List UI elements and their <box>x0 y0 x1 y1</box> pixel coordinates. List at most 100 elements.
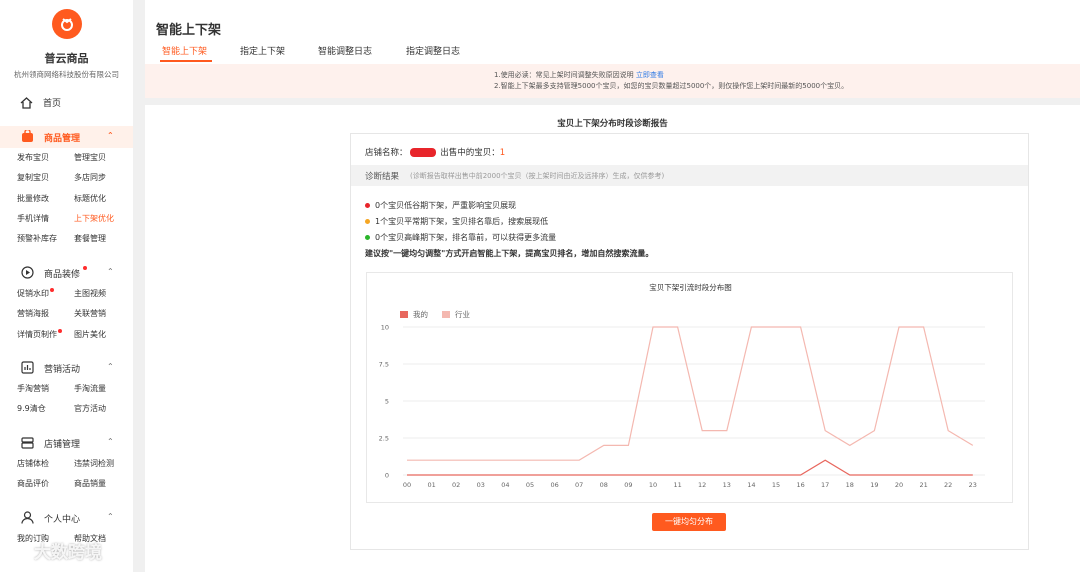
brand-logo <box>52 9 82 39</box>
brand-name: 普云商品 <box>44 52 89 65</box>
shop-name-label: 店铺名称： <box>365 148 408 158</box>
sidebar: 普云商品 杭州领商网络科技股份有限公司 首页 商品管理 ⌃ 发布宝贝 管理宝贝 复制宝贝… <box>0 0 133 572</box>
nav-group-header-marketing-activity[interactable]: 营销活动 ⌃ <box>0 357 133 379</box>
sidebar-item[interactable]: 复制宝贝 <box>17 168 74 188</box>
sidebar-item[interactable]: 标题优化 <box>74 189 133 209</box>
sidebar-item[interactable]: 上下架优化 <box>74 209 133 229</box>
result-low: 0个宝贝低谷期下架，严重影响宝贝展现 <box>365 200 516 211</box>
chevron-up-icon[interactable]: ⌃ <box>107 362 114 371</box>
x-tick-label: 08 <box>600 481 608 489</box>
sidebar-item[interactable]: 套餐管理 <box>74 229 133 249</box>
sidebar-item[interactable]: 手淘营销 <box>17 379 74 399</box>
x-tick-label: 04 <box>501 481 509 489</box>
nav-group-header-product-decoration[interactable]: 商品装修 ⌃ <box>0 262 133 284</box>
sidebar-item[interactable]: 9.9清仓 <box>17 399 74 419</box>
sidebar-item[interactable]: 官方活动 <box>74 399 133 419</box>
x-tick-label: 20 <box>895 481 903 489</box>
orange-dot-icon <box>365 219 370 224</box>
x-tick-label: 09 <box>624 481 632 489</box>
sidebar-item[interactable]: 多店同步 <box>74 168 133 188</box>
even-distribute-button[interactable]: 一键均匀分布 <box>652 513 726 531</box>
nav-group-label: 营销活动 <box>44 365 81 375</box>
home-icon <box>20 96 33 109</box>
sidebar-item[interactable]: 发布宝贝 <box>17 148 74 168</box>
notice-line-2: 2.智能上下架最多支持管理5000个宝贝，如您的宝贝数量超过5000个，则仅操作… <box>494 82 849 90</box>
chevron-up-icon[interactable]: ⌃ <box>107 512 114 521</box>
sidebar-item[interactable]: 图片美化 <box>74 325 133 345</box>
sidebar-item[interactable]: 手机详情 <box>17 209 74 229</box>
x-tick-label: 03 <box>477 481 485 489</box>
main: 智能上下架 智能上下架 指定上下架 智能调整日志 指定调整日志 1.使用必读：常… <box>145 0 1080 572</box>
y-tick-label: 5 <box>385 398 389 406</box>
x-tick-label: 23 <box>969 481 977 489</box>
x-tick-label: 14 <box>747 481 755 489</box>
sidebar-item[interactable]: 商品评价 <box>17 474 74 494</box>
nav-group-header-personal-center[interactable]: 个人中心 ⌃ <box>0 507 133 529</box>
new-badge-dot <box>50 288 54 292</box>
notice-banner: 1.使用必读：常见上架时间调整失败原因说明 立即查看 2.智能上下架最多支持管理… <box>145 64 1080 98</box>
header: 智能上下架 智能上下架 指定上下架 智能调整日志 指定调整日志 <box>145 0 1080 64</box>
sidebar-item[interactable]: 关联营销 <box>74 304 133 324</box>
tab-specified-listing[interactable]: 指定上下架 <box>240 44 285 57</box>
series-line-mine <box>407 459 973 476</box>
series-line-industry <box>407 326 974 461</box>
chevron-up-icon[interactable]: ⌃ <box>107 267 114 276</box>
on-sale-label: 出售中的宝贝： <box>440 148 500 158</box>
x-tick-label: 22 <box>944 481 952 489</box>
nav-group-marketing-activity: 营销活动 ⌃ 手淘营销 手淘流量 9.9清仓 官方活动 <box>0 357 133 420</box>
nav-group-items: 店铺体检 违禁词检测 商品评价 商品销量 <box>0 454 133 495</box>
watermark: 大数跨境 <box>8 538 102 563</box>
x-tick-label: 12 <box>698 481 706 489</box>
y-tick-label: 7.5 <box>379 361 389 369</box>
y-tick-label: 10 <box>381 324 389 332</box>
x-tick-label: 13 <box>723 481 731 489</box>
x-tick-label: 07 <box>575 481 583 489</box>
tab-smart-listing[interactable]: 智能上下架 <box>162 44 207 57</box>
sidebar-item[interactable]: 预警补库存 <box>17 229 74 249</box>
x-tick-label: 17 <box>821 481 829 489</box>
sidebar-item[interactable]: 营销海报 <box>17 304 74 324</box>
sidebar-item[interactable]: 批量修改 <box>17 189 74 209</box>
result-low-text: 0个宝贝低谷期下架，严重影响宝贝展现 <box>375 201 517 210</box>
x-tick-label: 16 <box>796 481 804 489</box>
nav-group-items: 促销水印 主图视频 营销海报 关联营销 详情页制作 图片美化 <box>0 284 133 345</box>
tab-specified-adjust-log[interactable]: 指定调整日志 <box>406 44 460 57</box>
bag-icon <box>21 128 34 146</box>
sidebar-item[interactable]: 管理宝贝 <box>74 148 133 168</box>
nav-group-items: 手淘营销 手淘流量 9.9清仓 官方活动 <box>0 379 133 420</box>
notice-line-1-text: 1.使用必读：常见上架时间调整失败原因说明 <box>494 71 634 79</box>
x-tick-label: 10 <box>649 481 657 489</box>
sidebar-item[interactable]: 手淘流量 <box>74 379 133 399</box>
sidebar-item[interactable]: 商品销量 <box>74 474 133 494</box>
sidebar-item[interactable]: 违禁词检测 <box>74 454 133 474</box>
diagnosis-subtitle: (诊断报告取样出售中前2000个宝贝（按上架时间由近及远排序）生成，仅供参考) <box>410 172 665 180</box>
nav-group-items: 发布宝贝 管理宝贝 复制宝贝 多店同步 批量修改 标题优化 手机详情 上下架优化 预警补库存 套餐… <box>0 148 133 249</box>
x-tick-label: 02 <box>452 481 460 489</box>
play-circle-icon <box>21 266 34 282</box>
nav-home[interactable]: 首页 <box>20 96 61 109</box>
nav-home-label: 首页 <box>43 99 62 109</box>
sidebar-item[interactable]: 详情页制作 <box>17 325 74 345</box>
chart-container: 宝贝下架引流时段分布图 我的 行业 0 2.5 5 7.5 10 00 01 02 03 04 05… <box>366 272 1013 503</box>
chevron-up-icon[interactable]: ⌃ <box>107 437 114 446</box>
result-peak: 0个宝贝高峰期下架，排名靠前，可以获得更多流量 <box>365 232 556 243</box>
nav-group-shop-management: 店铺管理 ⌃ 店铺体检 违禁词检测 商品评价 商品销量 <box>0 432 133 495</box>
nav-group-label: 个人中心 <box>44 515 81 525</box>
x-tick-label: 11 <box>673 481 681 489</box>
sidebar-item[interactable]: 主图视频 <box>74 284 133 304</box>
notice-view-link[interactable]: 立即查看 <box>636 71 664 79</box>
x-tick-label: 06 <box>550 481 558 489</box>
sidebar-item[interactable]: 店铺体检 <box>17 454 74 474</box>
chevron-up-icon[interactable]: ⌃ <box>107 131 114 140</box>
tab-smart-adjust-log[interactable]: 智能调整日志 <box>318 44 372 57</box>
sidebar-item[interactable]: 促销水印 <box>17 284 74 304</box>
nav-group-header-shop-management[interactable]: 店铺管理 ⌃ <box>0 432 133 454</box>
active-tab-underline <box>160 60 212 62</box>
notice-line-1: 1.使用必读：常见上架时间调整失败原因说明 立即查看 <box>494 70 664 80</box>
new-badge-dot <box>58 328 62 333</box>
result-peak-text: 0个宝贝高峰期下架，排名靠前，可以获得更多流量 <box>375 233 557 242</box>
nav-group-header-product-management[interactable]: 商品管理 ⌃ <box>0 126 133 148</box>
app-root: 普云商品 杭州领商网络科技股份有限公司 首页 商品管理 ⌃ 发布宝贝 管理宝贝 复制宝贝… <box>0 0 1080 572</box>
content-panel: 宝贝上下架分布时段诊断报告 店铺名称： 出售中的宝贝：1 诊断结果 (诊断报告取… <box>145 105 1080 572</box>
bar-chart-icon <box>21 361 34 377</box>
